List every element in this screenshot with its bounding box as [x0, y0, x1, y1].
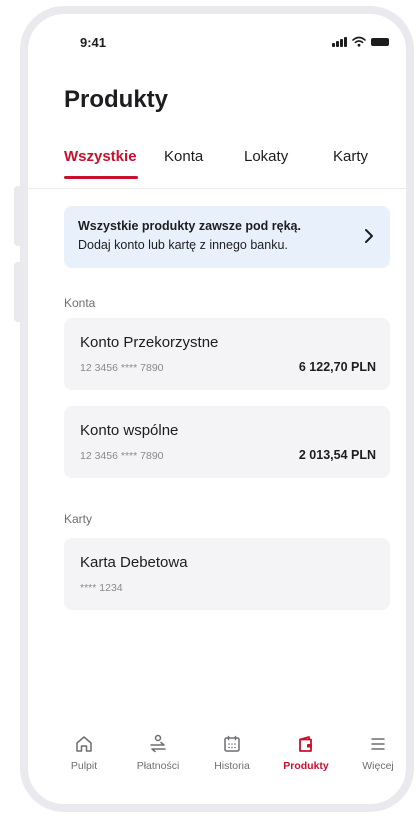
phone-frame: 9:41 Produkty Wszystkie Konta Lokaty Kar…: [20, 6, 414, 812]
calendar-icon: [224, 735, 240, 752]
nav-item-pulpit[interactable]: Pulpit: [52, 734, 116, 772]
tab-wszystkie[interactable]: Wszystkie: [64, 148, 137, 165]
account-number: 12 3456 **** 7890: [80, 450, 164, 462]
screen: 9:41 Produkty Wszystkie Konta Lokaty Kar…: [28, 14, 406, 804]
account-card-konto-wspolne[interactable]: Konto wspólne 12 3456 **** 7890 2 013,54…: [64, 406, 390, 478]
nav-label: Produkty: [283, 760, 329, 772]
nav-label: Więcej: [362, 760, 394, 772]
account-name: Konto wspólne: [80, 422, 179, 439]
account-number: 12 3456 **** 7890: [80, 362, 164, 374]
add-external-products-banner[interactable]: Wszystkie produkty zawsze pod ręką. Doda…: [64, 206, 390, 268]
section-label-accounts: Konta: [64, 296, 96, 310]
menu-icon: [371, 738, 385, 750]
active-tab-indicator: [64, 176, 138, 179]
nav-item-produkty[interactable]: Produkty: [274, 734, 338, 772]
card-karta-debetowa[interactable]: Karta Debetowa **** 1234: [64, 538, 390, 610]
account-balance: 6 122,70 PLN: [298, 360, 376, 374]
home-icon: [76, 736, 92, 752]
nav-item-historia[interactable]: Historia: [200, 734, 264, 772]
product-tabs: Wszystkie Konta Lokaty Karty: [28, 148, 406, 189]
tab-karty[interactable]: Karty: [333, 148, 368, 165]
status-bar: 9:41: [28, 14, 406, 54]
card-number: **** 1234: [80, 582, 123, 594]
card-name: Karta Debetowa: [80, 554, 188, 571]
bottom-navigation: Pulpit Płatności Historia Produkty Więce…: [28, 734, 406, 794]
status-time: 9:41: [80, 35, 107, 50]
section-label-cards: Karty: [64, 512, 93, 526]
nav-item-platnosci[interactable]: Płatności: [126, 734, 190, 772]
battery-icon: [370, 38, 389, 46]
account-balance: 2 013,54 PLN: [298, 448, 376, 462]
nav-label: Pulpit: [70, 760, 98, 772]
tab-lokaty[interactable]: Lokaty: [244, 148, 288, 165]
wallet-icon: [299, 736, 312, 752]
tab-konta[interactable]: Konta: [164, 148, 203, 165]
banner-subtitle: Dodaj konto lub kartę z innego banku.: [78, 238, 288, 252]
page-title: Produkty: [64, 86, 169, 113]
status-icons: [332, 35, 389, 47]
nav-label: Płatności: [136, 760, 180, 772]
signal-icon: [332, 37, 347, 47]
chevron-right-icon: [365, 229, 373, 243]
nav-item-wiecej[interactable]: Więcej: [346, 734, 406, 772]
nav-label: Historia: [214, 760, 250, 772]
payments-icon: [150, 734, 166, 753]
wifi-icon: [351, 36, 366, 47]
banner-title: Wszystkie produkty zawsze pod ręką.: [78, 219, 301, 233]
account-card-konto-przekorzystne[interactable]: Konto Przekorzystne 12 3456 **** 7890 6 …: [64, 318, 390, 390]
account-name: Konto Przekorzystne: [80, 334, 219, 351]
